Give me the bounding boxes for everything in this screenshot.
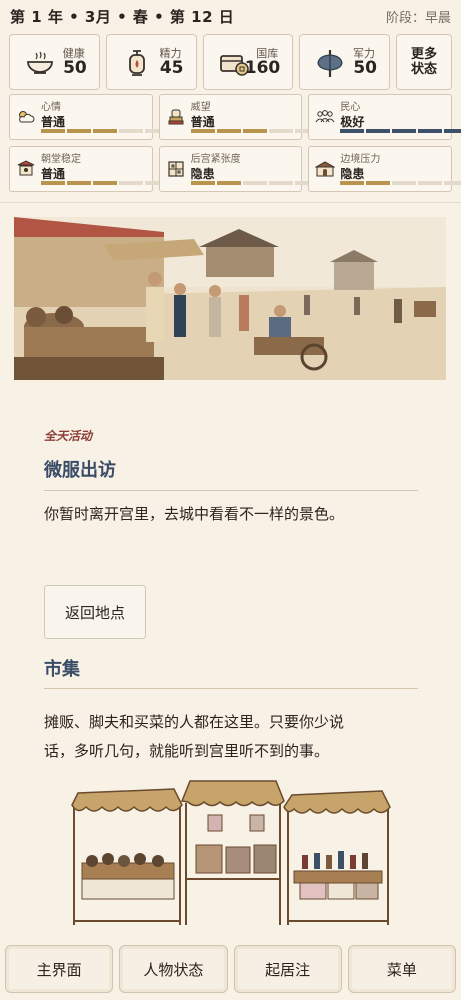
meter-segment	[67, 129, 91, 133]
nav-menu[interactable]: 菜单	[347, 945, 456, 993]
axe-icon	[317, 50, 343, 77]
meter-bar	[190, 129, 319, 133]
event-description: 你暂时离开宫里，去城中看看不一样的景色。	[44, 505, 345, 523]
meter-segment	[444, 181, 461, 185]
meters-grid: 心情 普通 威望 普通 民心 极好 朝堂稳定 普通 后宫紧张度 隐患 边境压力 …	[9, 94, 461, 192]
meter-segment	[216, 129, 241, 133]
market-scene-illustration	[14, 217, 446, 380]
phase-display: 阶段：早晨	[385, 10, 451, 26]
meter-segment	[119, 129, 143, 133]
location-title: 市集	[44, 659, 80, 680]
nav-main-screen[interactable]: 主界面	[5, 945, 114, 993]
meter-segment	[366, 181, 391, 185]
meter-segment	[93, 129, 117, 133]
stat-energy[interactable]: 精力 45	[105, 34, 197, 90]
meter-segment	[190, 129, 215, 133]
meter-mood[interactable]: 心情 普通	[9, 94, 169, 140]
meter-segment	[392, 181, 417, 185]
bowl-icon	[27, 51, 53, 74]
meter-harem-tension[interactable]: 后宫紧张度 隐患	[158, 146, 319, 192]
meter-segment	[216, 181, 241, 185]
activity-tag: 全天活动	[44, 429, 93, 443]
meter-border-pressure[interactable]: 边境压力 隐患	[308, 146, 461, 192]
meter-segment	[268, 129, 293, 133]
divider	[0, 202, 461, 203]
top-bar: 第 1 年 • 3月 • 春 • 第 12 日 阶段：早晨	[0, 0, 461, 32]
meter-prestige[interactable]: 威望 普通	[158, 94, 319, 140]
title-rule	[44, 688, 418, 689]
nav-daily-journal[interactable]: 起居注	[233, 945, 342, 993]
fortress-icon	[315, 161, 336, 177]
stat-health[interactable]: 健康 50	[9, 34, 100, 90]
stats-bar: 健康 50 精力 45 国库 160 军力 50 更多 状态	[9, 34, 452, 90]
meter-segment	[340, 181, 365, 185]
stat-treasury[interactable]: 国库 160	[202, 34, 294, 90]
market-stalls-illustration	[71, 780, 391, 925]
meter-segment	[268, 181, 293, 185]
weather-icon	[19, 111, 35, 123]
meter-segment	[190, 181, 215, 185]
meter-segment	[418, 129, 443, 133]
meter-segment	[242, 181, 267, 185]
meter-bar	[340, 129, 461, 133]
event-title: 微服出访	[44, 460, 116, 481]
meter-segment	[41, 129, 65, 133]
meter-segment	[41, 181, 65, 185]
people-icon	[315, 110, 335, 123]
meter-segment	[366, 129, 391, 133]
meter-bar	[190, 181, 319, 185]
title-rule	[44, 490, 418, 491]
meter-segment	[418, 181, 443, 185]
meter-segment	[119, 181, 143, 185]
stat-military[interactable]: 军力 50	[299, 34, 390, 90]
meter-segment	[93, 181, 117, 185]
bottom-nav: 主界面 人物状态 起居注 菜单	[5, 945, 456, 993]
meter-bar	[41, 181, 169, 185]
location-description: 摊贩、脚夫和买菜的人都在这里。只要你少说 话，多听几句，就能听到宫里听不到的事。	[44, 713, 345, 760]
meter-segment	[340, 129, 365, 133]
court-icon	[17, 160, 35, 176]
more-status-button[interactable]: 更多 状态	[396, 34, 452, 90]
meter-bar	[41, 129, 169, 133]
nav-character-status[interactable]: 人物状态	[119, 945, 228, 993]
meter-segment	[67, 181, 91, 185]
meter-bar	[340, 181, 461, 185]
meter-court-stability[interactable]: 朝堂稳定 普通	[9, 146, 169, 192]
window-icon	[168, 161, 184, 177]
seal-icon	[168, 109, 184, 125]
meter-segment	[444, 129, 461, 133]
meter-segment	[242, 129, 267, 133]
meter-public-support[interactable]: 民心 极好	[308, 94, 461, 140]
lantern-icon	[128, 50, 145, 76]
date-display: 第 1 年 • 3月 • 春 • 第 12 日	[10, 7, 235, 26]
return-to-location-button[interactable]: 返回地点	[44, 585, 146, 639]
meter-segment	[392, 129, 417, 133]
